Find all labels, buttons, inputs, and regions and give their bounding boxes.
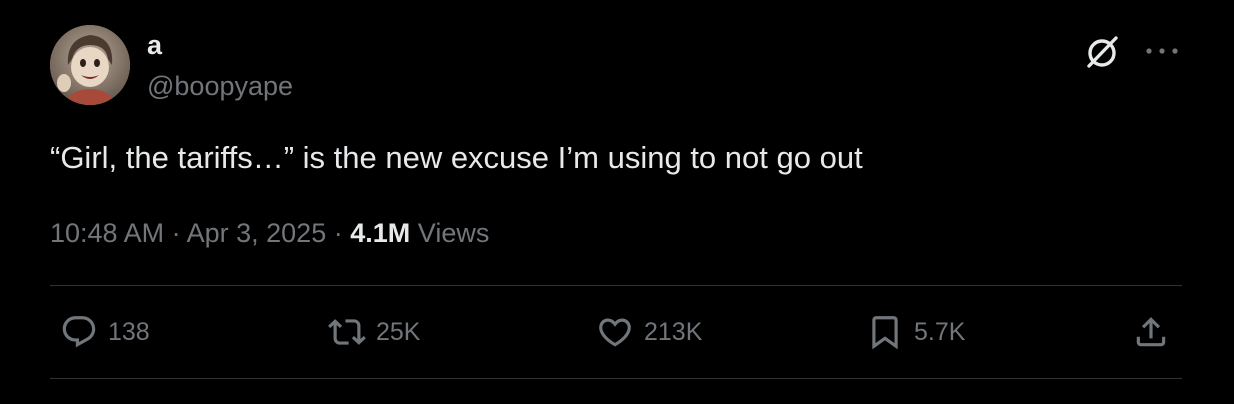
more-icon[interactable] (1142, 41, 1182, 61)
meta-separator: · (333, 218, 343, 248)
reply-icon (62, 316, 96, 348)
bookmark-icon (872, 316, 898, 350)
retweet-button[interactable]: 25K (328, 311, 420, 353)
avatar-image (50, 25, 130, 105)
grok-icon[interactable] (1083, 33, 1121, 71)
divider (50, 285, 1182, 286)
meta-separator: · (171, 218, 181, 248)
heart-icon (599, 318, 631, 347)
tweet-date[interactable]: Apr 3, 2025 (187, 218, 327, 248)
like-button[interactable]: 213K (596, 311, 702, 353)
handle[interactable]: @boopyape (147, 70, 293, 102)
tweet-meta: 10:48 AM · Apr 3, 2025 · 4.1M Views (50, 216, 489, 250)
like-count: 213K (644, 317, 703, 346)
divider (50, 378, 1182, 379)
bookmark-count: 5.7K (914, 317, 966, 346)
retweet-count: 25K (376, 317, 421, 346)
tweet: a @boopyape “Girl, the tariffs…” is the … (0, 0, 1234, 404)
tweet-text: “Girl, the tariffs…” is the new excuse I… (50, 140, 863, 175)
reply-count: 138 (108, 317, 150, 346)
reply-button[interactable]: 138 (60, 311, 150, 353)
bookmark-button[interactable]: 5.7K (866, 311, 965, 353)
views-label[interactable]: Views (418, 218, 490, 248)
avatar[interactable] (50, 25, 130, 105)
share-button[interactable] (1132, 311, 1170, 353)
share-icon (1136, 317, 1166, 347)
tweet-time[interactable]: 10:48 AM (50, 218, 164, 248)
display-name[interactable]: a (147, 28, 162, 62)
retweet-icon (328, 319, 366, 345)
views-count[interactable]: 4.1M (350, 218, 410, 248)
